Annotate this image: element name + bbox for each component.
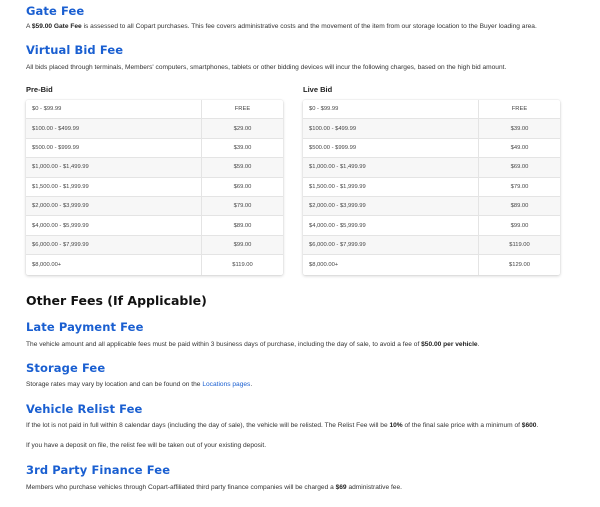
fee-amount-cell: $129.00 bbox=[509, 261, 530, 268]
table-row: $2,000.00 - $3,999.99 $79.00 bbox=[26, 196, 283, 217]
fee-amount-cell: $89.00 bbox=[233, 222, 252, 229]
vehicle-relist-fee-text: If the lot is not paid in full within 8 … bbox=[26, 421, 586, 430]
bid-range-cell: $1,000.00 - $1,499.99 bbox=[26, 158, 202, 177]
third-party-amount: $69 bbox=[335, 484, 347, 491]
bid-range-cell: $1,000.00 - $1,499.99 bbox=[303, 158, 479, 177]
table-row: $8,000.00+ $129.00 bbox=[303, 255, 560, 275]
bid-fee-tables: Pre-Bid $0 - $99.99 FREE $100.00 - $499.99… bbox=[26, 84, 586, 284]
pre-bid-table: $0 - $99.99 FREE $100.00 - $499.99 $29.00 $5… bbox=[26, 100, 283, 275]
bid-range-cell: $2,000.00 - $3,999.99 bbox=[26, 196, 202, 216]
table-row: $1,500.00 - $1,999.99 $79.00 bbox=[303, 177, 560, 197]
third-party-description: Members who purchase vehicles through Co… bbox=[26, 484, 336, 491]
bid-range-cell: $8,000.00+ bbox=[26, 255, 202, 275]
fee-amount-cell: $29.00 bbox=[233, 125, 252, 132]
late-payment-fee-heading: Late Payment Fee bbox=[26, 320, 144, 334]
vehicle-relist-fee-heading: Vehicle Relist Fee bbox=[26, 402, 143, 416]
table-row: $0 - $99.99 FREE bbox=[26, 100, 283, 120]
virtual-bid-fee-text: All bids placed through terminals, Membe… bbox=[26, 64, 507, 71]
late-payment-suffix: . bbox=[477, 341, 480, 348]
gate-fee-heading: Gate Fee bbox=[26, 4, 85, 18]
virtual-bid-fee-heading: Virtual Bid Fee bbox=[26, 43, 124, 57]
fee-amount-cell: $79.00 bbox=[233, 203, 252, 210]
late-payment-fee-text: The vehicle amount and all applicable fe… bbox=[26, 340, 586, 349]
fee-amount-cell: $39.00 bbox=[510, 125, 529, 132]
bid-range-cell: $1,500.00 - $1,999.99 bbox=[26, 177, 202, 196]
other-fees-heading: Other Fees (If Applicable) bbox=[26, 293, 207, 308]
storage-fee-text: Storage rates may vary by location and c… bbox=[26, 380, 586, 389]
fee-amount-cell: $99.00 bbox=[233, 241, 252, 248]
fee-amount-cell: $69.00 bbox=[510, 164, 529, 171]
fee-amount-cell: $89.00 bbox=[510, 203, 529, 210]
bid-range-cell: $2,000.00 - $3,999.99 bbox=[303, 196, 479, 216]
bid-range-cell: $0 - $99.99 bbox=[303, 100, 479, 119]
table-row: $100.00 - $499.99 $29.00 bbox=[26, 119, 283, 139]
third-party-finance-fee-heading: 3rd Party Finance Fee bbox=[26, 463, 171, 477]
bid-range-cell: $100.00 - $499.99 bbox=[303, 119, 479, 138]
bid-range-cell: $0 - $99.99 bbox=[26, 100, 202, 119]
gate-fee-description: is assessed to all Copart purchases. Thi… bbox=[81, 23, 537, 30]
bid-range-cell: $100.00 - $499.99 bbox=[26, 119, 202, 138]
relist-fee-suffix: . bbox=[536, 422, 539, 429]
fee-amount-cell: $69.00 bbox=[233, 183, 252, 190]
relist-fee-minimum: $600 bbox=[521, 422, 537, 429]
relist-fee-description: If the lot is not paid in full within 8 … bbox=[26, 422, 390, 429]
table-row: $100.00 - $499.99 $39.00 bbox=[303, 119, 560, 139]
table-row: $500.00 - $999.99 $39.00 bbox=[26, 138, 283, 159]
fee-amount-cell: $49.00 bbox=[510, 144, 529, 151]
fee-amount-cell: $119.00 bbox=[232, 261, 253, 268]
table-row: $6,000.00 - $7,999.99 $99.00 bbox=[26, 235, 283, 256]
storage-fee-suffix: . bbox=[250, 381, 253, 388]
fee-amount-cell: $39.00 bbox=[233, 144, 252, 151]
gate-fee-text: A $59.00 Gate Fee is assessed to all Cop… bbox=[26, 22, 586, 31]
bid-range-cell: $8,000.00+ bbox=[303, 255, 479, 275]
table-row: $4,000.00 - $5,999.99 $89.00 bbox=[26, 216, 283, 236]
third-party-suffix: administrative fee. bbox=[346, 484, 402, 491]
table-row: $1,000.00 - $1,499.99 $59.00 bbox=[26, 158, 283, 178]
table-row: $1,000.00 - $1,499.99 $69.00 bbox=[303, 158, 560, 178]
pre-bid-title: Pre-Bid bbox=[26, 85, 53, 94]
relist-fee-percent: 10% bbox=[389, 422, 403, 429]
fee-amount-cell: FREE bbox=[511, 106, 528, 113]
locations-pages-link[interactable]: Locations pages bbox=[202, 381, 250, 388]
bid-range-cell: $4,000.00 - $5,999.99 bbox=[26, 216, 202, 235]
bid-range-cell: $500.00 - $999.99 bbox=[303, 138, 479, 158]
bid-range-cell: $1,500.00 - $1,999.99 bbox=[303, 177, 479, 196]
bid-range-cell: $4,000.00 - $5,999.99 bbox=[303, 216, 479, 235]
live-bid-title: Live Bid bbox=[303, 85, 333, 94]
fee-amount-cell: $99.00 bbox=[510, 222, 529, 229]
storage-fee-description: Storage rates may vary by location and c… bbox=[26, 381, 203, 388]
relist-deposit-text: If you have a deposit on file, the relis… bbox=[26, 442, 267, 449]
table-row: $1,500.00 - $1,999.99 $69.00 bbox=[26, 177, 283, 197]
table-row: $2,000.00 - $3,999.99 $89.00 bbox=[303, 196, 560, 217]
third-party-finance-fee-text: Members who purchase vehicles through Co… bbox=[26, 483, 586, 492]
live-bid-table: $0 - $99.99 FREE $100.00 - $499.99 $39.00 $5… bbox=[303, 100, 560, 275]
table-row: $8,000.00+ $119.00 bbox=[26, 255, 283, 275]
bid-range-cell: $500.00 - $999.99 bbox=[26, 138, 202, 158]
late-payment-amount: $50.00 per vehicle bbox=[421, 341, 478, 348]
gate-fee-amount: $59.00 Gate Fee bbox=[31, 23, 82, 30]
table-row: $0 - $99.99 FREE bbox=[303, 100, 560, 120]
late-payment-description: The vehicle amount and all applicable fe… bbox=[26, 341, 422, 348]
fee-amount-cell: FREE bbox=[234, 106, 251, 113]
fee-amount-cell: $79.00 bbox=[510, 183, 529, 190]
fee-amount-cell: $59.00 bbox=[233, 164, 252, 171]
storage-fee-heading: Storage Fee bbox=[26, 361, 106, 375]
table-row: $6,000.00 - $7,999.99 $119.00 bbox=[303, 235, 560, 256]
fee-amount-cell: $119.00 bbox=[509, 241, 530, 248]
table-row: $500.00 - $999.99 $49.00 bbox=[303, 138, 560, 159]
live-bid-section: Live Bid $0 - $99.99 FREE $100.00 - $499.9… bbox=[303, 84, 560, 275]
pre-bid-section: Pre-Bid $0 - $99.99 FREE $100.00 - $499.99… bbox=[26, 84, 283, 275]
relist-fee-description-2: of the final sale price with a minimum o… bbox=[402, 422, 522, 429]
bid-range-cell: $6,000.00 - $7,999.99 bbox=[303, 235, 479, 255]
table-row: $4,000.00 - $5,999.99 $99.00 bbox=[303, 216, 560, 236]
bid-range-cell: $6,000.00 - $7,999.99 bbox=[26, 235, 202, 255]
